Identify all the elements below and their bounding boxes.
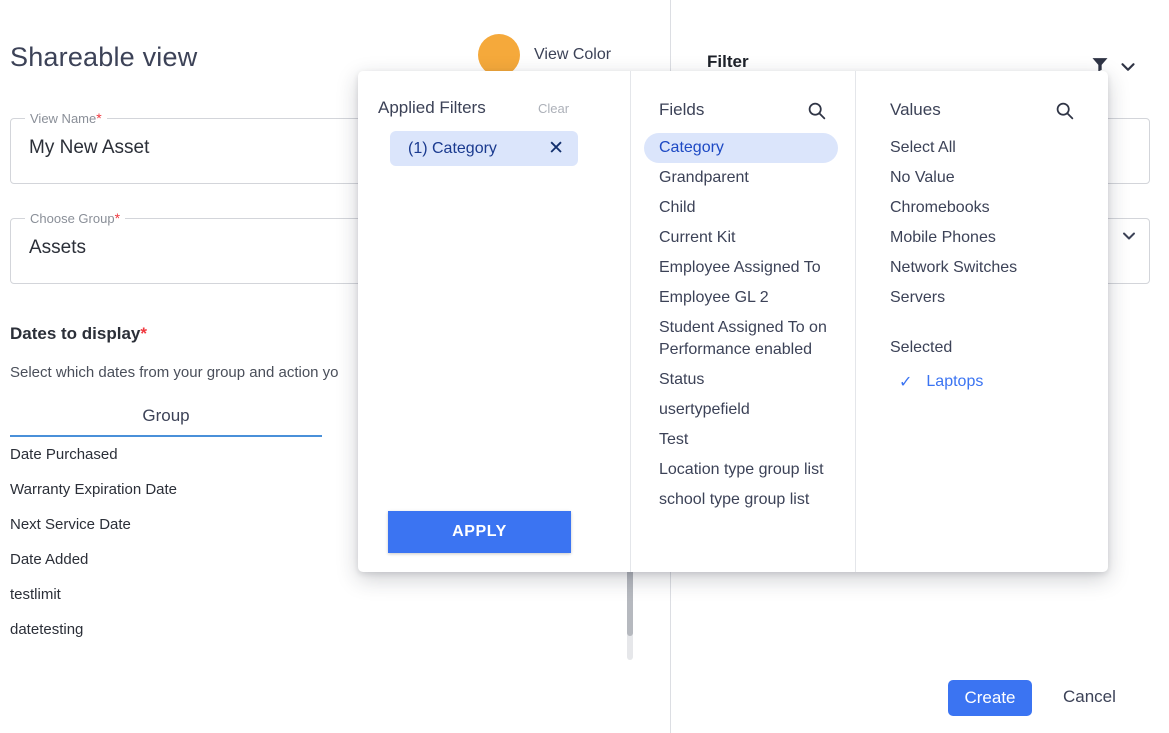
dates-column-header: Group xyxy=(10,406,322,437)
choose-group-label-text: Choose Group xyxy=(30,211,115,226)
values-title: Values xyxy=(890,100,941,119)
field-item[interactable]: Student Assigned To on Performance enabl… xyxy=(630,313,848,365)
dates-section-required: * xyxy=(140,324,147,343)
chevron-down-icon[interactable] xyxy=(1119,226,1139,246)
filter-popup: Applied Filters Clear (1) Category ✕ APP… xyxy=(358,71,1108,572)
dates-group-column: Group Date Purchased Warranty Expiration… xyxy=(10,406,322,647)
value-item[interactable]: Chromebooks xyxy=(890,193,1090,223)
choose-group-required: * xyxy=(114,210,121,226)
values-pane: Values Select All No Value Chromebooks M… xyxy=(869,71,1108,572)
close-icon[interactable]: ✕ xyxy=(548,139,564,158)
value-item[interactable]: No Value xyxy=(890,163,1090,193)
list-item[interactable]: datetesting xyxy=(10,612,322,647)
applied-filter-chip[interactable]: (1) Category ✕ xyxy=(390,131,578,166)
field-item[interactable]: Current Kit xyxy=(630,223,848,253)
selected-values-header: Selected xyxy=(890,339,953,356)
value-item-select-all[interactable]: Select All xyxy=(890,133,1090,163)
view-name-label: View Name* xyxy=(25,110,107,126)
chevron-down-icon[interactable] xyxy=(1117,56,1139,78)
chip-label: (1) Category xyxy=(408,139,497,157)
field-item[interactable]: school type group list xyxy=(630,485,848,515)
applied-filters-title: Applied Filters xyxy=(378,98,486,117)
applied-filters-pane: Applied Filters Clear (1) Category ✕ APP… xyxy=(358,71,630,572)
field-item[interactable]: usertypefield xyxy=(630,395,848,425)
fields-pane: Fields Category Grandparent Child Curren… xyxy=(630,71,855,572)
list-item[interactable]: testlimit xyxy=(10,577,322,612)
fields-list[interactable]: Category Grandparent Child Current Kit E… xyxy=(630,133,848,572)
view-name-label-text: View Name xyxy=(30,111,97,126)
view-color-control[interactable]: View Color xyxy=(478,34,611,76)
cancel-button[interactable]: Cancel xyxy=(1057,686,1122,708)
field-item-category[interactable]: Category xyxy=(644,133,838,163)
choose-group-label: Choose Group* xyxy=(25,210,126,226)
field-item[interactable]: Status xyxy=(630,365,848,395)
filter-panel-title: Filter xyxy=(707,52,749,71)
view-color-label: View Color xyxy=(534,46,612,63)
dates-section-subtitle: Select which dates from your group and a… xyxy=(10,364,339,381)
dates-section-title: Dates to display* xyxy=(10,324,147,344)
field-item[interactable]: Location type group list xyxy=(630,455,848,485)
pane-divider xyxy=(855,71,856,572)
fields-title: Fields xyxy=(659,100,705,119)
selected-value-item[interactable]: ✓ Laptops xyxy=(899,372,1090,392)
search-icon[interactable] xyxy=(1054,100,1075,121)
list-item[interactable]: Next Service Date xyxy=(10,507,322,542)
field-item[interactable]: Employee Assigned To xyxy=(630,253,848,283)
clear-filters-link[interactable]: Clear xyxy=(538,101,569,116)
view-name-required: * xyxy=(96,110,102,126)
page-title: Shareable view xyxy=(10,42,198,72)
view-color-swatch[interactable] xyxy=(478,34,520,76)
create-button[interactable]: Create xyxy=(948,680,1032,716)
dates-section-title-text: Dates to display xyxy=(10,324,141,343)
app-root: Shareable view View Color View Name* My … xyxy=(0,0,1169,733)
search-icon[interactable] xyxy=(806,100,827,121)
value-item[interactable]: Mobile Phones xyxy=(890,223,1090,253)
field-item[interactable]: Grandparent xyxy=(630,163,848,193)
apply-button[interactable]: APPLY xyxy=(388,511,571,553)
list-item[interactable]: Warranty Expiration Date xyxy=(10,472,322,507)
value-item[interactable]: Servers xyxy=(890,283,1090,313)
list-item[interactable]: Date Purchased xyxy=(10,437,322,472)
field-item[interactable]: Test xyxy=(630,425,848,455)
view-name-input[interactable]: My New Asset xyxy=(29,137,149,159)
value-item[interactable]: Network Switches xyxy=(890,253,1090,283)
choose-group-value[interactable]: Assets xyxy=(29,237,86,259)
check-icon: ✓ xyxy=(899,374,913,391)
values-list[interactable]: Select All No Value Chromebooks Mobile P… xyxy=(890,133,1090,392)
list-item[interactable]: Date Added xyxy=(10,542,322,577)
field-item[interactable]: Child xyxy=(630,193,848,223)
field-item[interactable]: Employee GL 2 xyxy=(630,283,848,313)
selected-value-label: Laptops xyxy=(926,373,984,390)
